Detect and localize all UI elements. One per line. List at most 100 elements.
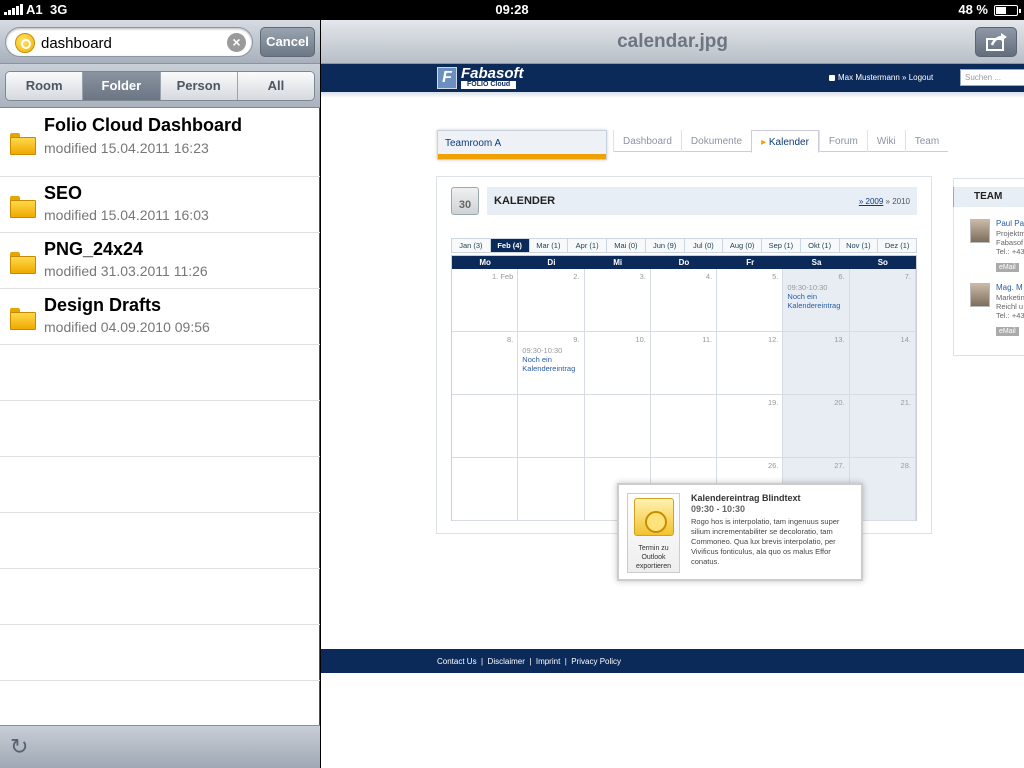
fabasoft-logo: F Fabasoft FOLIO Cloud — [437, 65, 531, 89]
teamroom-selector: Teamroom A — [437, 130, 607, 160]
calendar-event: 09:30-10:30 Noch ein Kalendereintrag — [787, 283, 841, 310]
month-tab: Apr (1) — [567, 239, 606, 252]
bottom-toolbar: ↻ — [0, 725, 320, 768]
month-tab: Jul (0) — [683, 239, 723, 252]
month-tab: Okt (1) — [799, 239, 839, 252]
calendar-day: 4. — [650, 269, 718, 332]
list-item[interactable]: SEO modified 15.04.2011 16:03 — [0, 177, 320, 233]
weekday: Sa — [811, 258, 822, 267]
calendar-grid: Mo Di Mi Do Fr Sa So 1. Feb 2. 3. 4. 5. 6. 09:… — [451, 255, 917, 521]
calendar-week: 1. Feb 2. 3. 4. 5. 6. 09:30-10:30 Noch ein Kale… — [452, 269, 916, 332]
empty-row — [0, 457, 320, 513]
scope-room[interactable]: Room — [6, 72, 83, 100]
day-number: 6. — [838, 272, 845, 281]
tab-dashboard: Dashboard — [613, 130, 681, 152]
calendar-day: 10. — [584, 332, 651, 395]
calendar-day: 14. — [849, 332, 916, 395]
calendar-day: 1. Feb — [452, 269, 519, 332]
calendar-day: 3. — [584, 269, 651, 332]
calendar-panel: 30 KALENDER » 2009 » 2010 Jan (3) Feb (4… — [436, 176, 932, 581]
day-number: 4. — [705, 272, 713, 281]
day-number: 27. — [834, 461, 845, 470]
month-tab: Nov (1) — [838, 239, 878, 252]
email-link: eMail — [996, 327, 1019, 336]
day-number: 5. — [772, 272, 779, 281]
year-2009: » 2009 — [858, 197, 884, 206]
tab-kalender: Kalender — [751, 130, 819, 153]
team-member: Mag. M Marketin Reichl u Tel.: +43 eMail — [970, 283, 1024, 343]
outlook-export-button: Termin zu Outlook exportieren — [627, 493, 680, 573]
site-search-field: Suchen ... — [960, 69, 1024, 86]
calendar-header: KALENDER » 2009 » 2010 — [487, 187, 917, 215]
search-pane: × Cancel Room Folder Person All Folio Cl… — [0, 20, 320, 768]
popup-title: Kalendereintrag Blindtext — [691, 493, 801, 503]
scope-folder[interactable]: Folder — [82, 72, 160, 100]
calendar-day: 11. — [650, 332, 718, 395]
document-title: calendar.jpg — [617, 31, 728, 52]
share-button[interactable] — [975, 27, 1017, 57]
logo-subtext: FOLIO Cloud — [461, 81, 517, 89]
avatar — [970, 283, 990, 307]
calendar-icon: 30 — [451, 187, 479, 215]
list-item[interactable]: PNG_24x24 modified 31.03.2011 11:26 — [0, 233, 320, 289]
month-tab: Mai (0) — [606, 239, 645, 252]
list-item[interactable]: Folio Cloud Dashboard modified 15.04.201… — [0, 109, 320, 177]
day-number: 28. — [900, 461, 911, 470]
calendar-week: 19. 20. 21. — [452, 395, 916, 458]
month-tab: Mar (1) — [528, 239, 568, 252]
site-footer: Contact Us | Disclaimer | Imprint | Priv… — [321, 649, 1024, 673]
clear-icon[interactable]: × — [227, 33, 246, 52]
day-number: 8. — [507, 335, 514, 344]
team-panel: TEAM Paul Pa Projektm Fabasof Tel.: +43 eM… — [953, 178, 1024, 356]
result-modified: modified 15.04.2011 16:03 — [44, 207, 209, 223]
calendar-day: 21. — [849, 395, 916, 458]
lock-icon — [829, 75, 835, 81]
day-number: 26. — [767, 461, 779, 470]
day-number: 12. — [767, 335, 779, 344]
search-bar: × Cancel — [0, 20, 320, 64]
event-popup: Termin zu Outlook exportieren Kalenderei… — [617, 483, 863, 581]
day-number: 3. — [639, 272, 646, 281]
outlook-icon — [634, 498, 674, 536]
result-name: Folio Cloud Dashboard — [44, 115, 242, 135]
calendar-day: 9. 09:30-10:30 Noch ein Kalendereintrag — [518, 332, 585, 395]
weekday-header: Mo Di Mi Do Fr Sa So — [452, 256, 916, 269]
calendar-day: 7. — [849, 269, 916, 332]
empty-row — [0, 569, 320, 625]
email-link: eMail — [996, 263, 1019, 272]
day-number: 1. Feb — [492, 272, 514, 281]
day-number: 19. — [767, 398, 779, 407]
calendar-day — [518, 395, 585, 458]
month-tab: Sep (1) — [761, 239, 800, 252]
search-box[interactable]: × — [5, 27, 253, 57]
list-item[interactable]: Design Drafts modified 04.09.2010 09:56 — [0, 289, 320, 345]
weekday: Do — [678, 258, 690, 267]
weekday: So — [877, 258, 888, 267]
weekday: Di — [547, 258, 556, 267]
calendar-event: 09:30-10:30 Noch ein Kalendereintrag — [522, 346, 576, 373]
weekday: Mi — [613, 258, 623, 267]
status-bar: A1 3G 09:28 48 % — [0, 0, 1024, 20]
calendar-day: 6. 09:30-10:30 Noch ein Kalendereintrag — [783, 269, 850, 332]
preview-pane: calendar.jpg F Fabasoft FOLIO Cloud Max … — [321, 20, 1024, 768]
cancel-button[interactable]: Cancel — [260, 27, 315, 57]
scope-person[interactable]: Person — [159, 72, 237, 100]
day-number: 13. — [834, 335, 845, 344]
popup-text: Rogo hos is interpolatio, tam ingenuus s… — [691, 517, 840, 566]
month-tabs: Jan (3) Feb (4) Mar (1) Apr (1) Mai (0) … — [451, 238, 917, 253]
results-list: Folio Cloud Dashboard modified 15.04.201… — [0, 109, 320, 737]
avatar — [970, 219, 990, 243]
battery-icon — [994, 5, 1021, 16]
footer-links: Contact Us | Disclaimer | Imprint | Priv… — [437, 657, 622, 666]
result-modified: modified 04.09.2010 09:56 — [44, 319, 210, 335]
tab-dokumente: Dokumente — [680, 130, 751, 152]
refresh-icon[interactable]: ↻ — [10, 736, 32, 758]
search-input[interactable] — [41, 33, 216, 53]
year-2010: » 2010 — [885, 197, 910, 206]
folder-icon — [10, 308, 36, 330]
clock: 09:28 — [495, 2, 529, 17]
tab-team: Team — [904, 130, 948, 152]
scope-all[interactable]: All — [236, 72, 314, 100]
calendar-week: 8. 9. 09:30-10:30 Noch ein Kalendereintrag 1… — [452, 332, 916, 395]
empty-row — [0, 401, 320, 457]
